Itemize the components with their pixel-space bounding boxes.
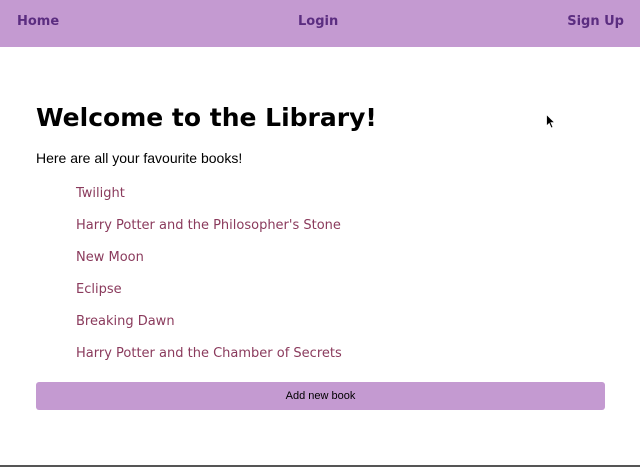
book-item[interactable]: Twilight xyxy=(76,183,342,215)
mouse-pointer-icon xyxy=(546,114,556,129)
page-title: Welcome to the Library! xyxy=(36,103,377,132)
book-item[interactable]: Harry Potter and the Philosopher's Stone xyxy=(76,215,342,247)
book-item[interactable]: Eclipse xyxy=(76,279,342,311)
nav-signup-link[interactable]: Sign Up xyxy=(567,13,624,31)
intro-text: Here are all your favourite books! xyxy=(36,150,243,166)
book-item[interactable]: Breaking Dawn xyxy=(76,311,342,343)
nav-login-link[interactable]: Login xyxy=(298,13,338,31)
nav-home-link[interactable]: Home xyxy=(17,13,59,31)
add-new-book-button[interactable]: Add new book xyxy=(36,382,605,410)
book-list: Twilight Harry Potter and the Philosophe… xyxy=(76,183,342,375)
book-item[interactable]: Harry Potter and the Chamber of Secrets xyxy=(76,343,342,375)
navbar: Home Login Sign Up xyxy=(0,0,640,47)
book-item[interactable]: New Moon xyxy=(76,247,342,279)
